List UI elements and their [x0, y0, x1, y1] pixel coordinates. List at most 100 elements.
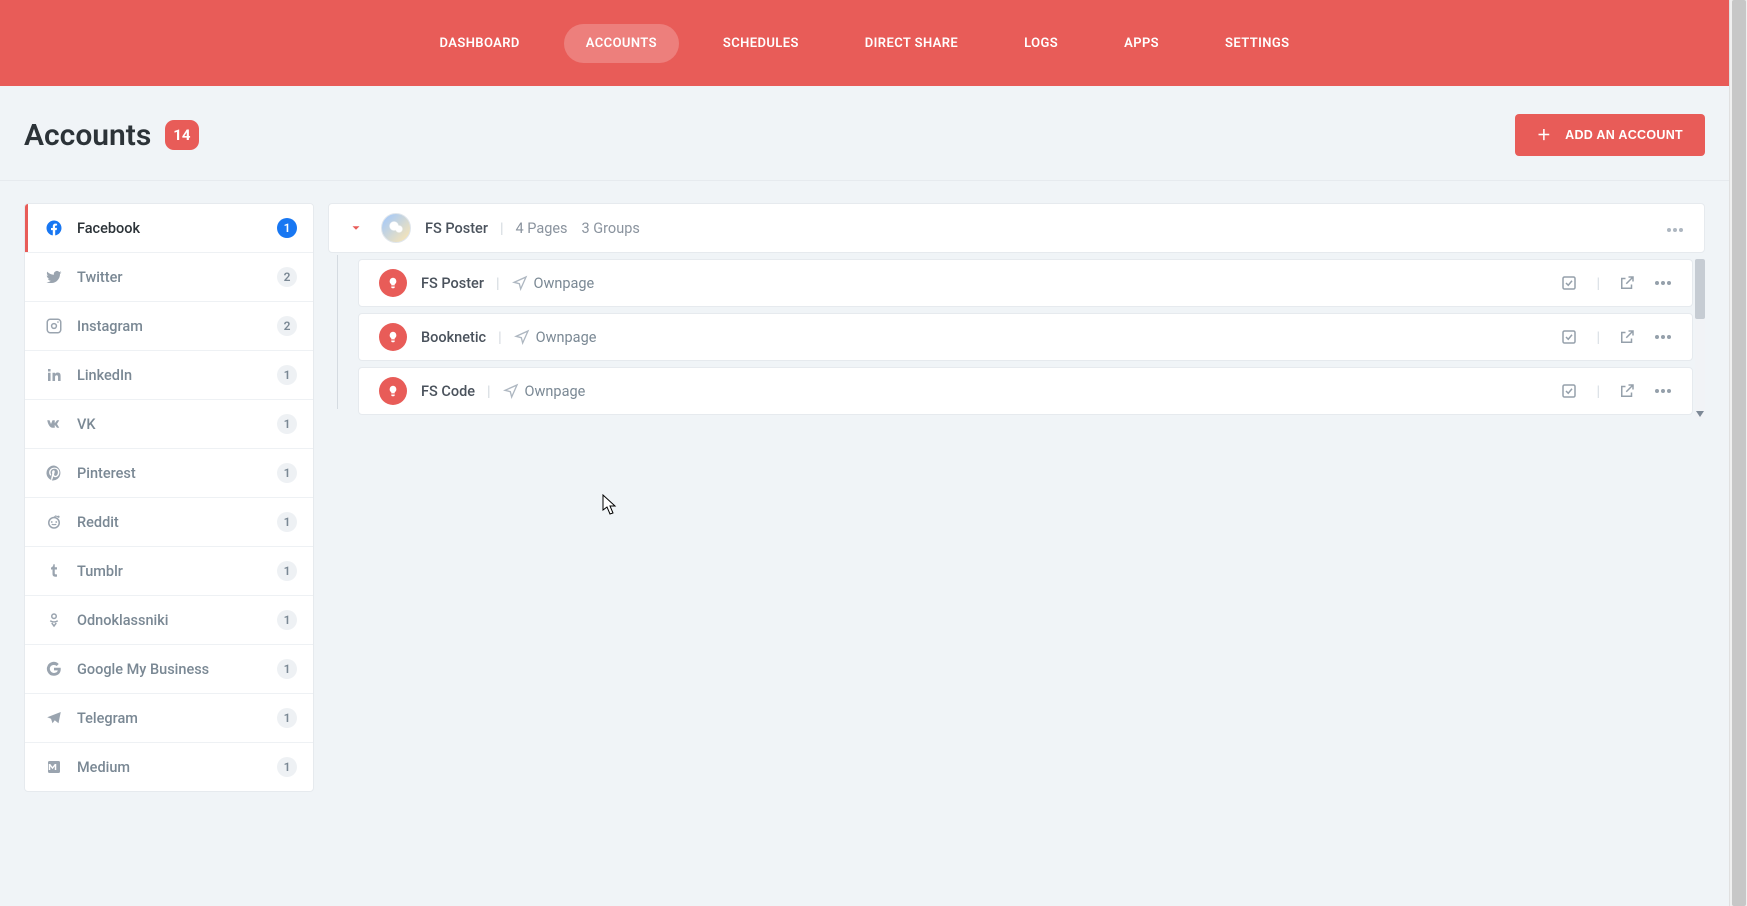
telegram-icon [45, 709, 63, 727]
network-item-linkedin[interactable]: LinkedIn 1 [25, 351, 313, 400]
medium-icon [45, 758, 63, 776]
network-label: Medium [77, 759, 130, 776]
sub-item-type: Ownpage [534, 275, 595, 292]
network-label: Facebook [77, 220, 140, 237]
sublist-scroll-down-icon[interactable] [1696, 411, 1704, 419]
network-label: Tumblr [77, 563, 123, 580]
network-count: 1 [277, 365, 297, 385]
network-item-odnoklassniki[interactable]: Odnoklassniki 1 [25, 596, 313, 645]
sub-item-name: Booknetic [421, 329, 486, 346]
pinterest-icon [45, 464, 63, 482]
nav-schedules[interactable]: SCHEDULES [701, 24, 821, 63]
network-item-tumblr[interactable]: Tumblr 1 [25, 547, 313, 596]
sub-item-actions: | [1560, 274, 1672, 292]
network-label: Telegram [77, 710, 138, 727]
network-count: 1 [277, 463, 297, 483]
network-item-medium[interactable]: Medium 1 [25, 743, 313, 791]
open-external-icon[interactable] [1618, 328, 1636, 346]
tumblr-icon [45, 562, 63, 580]
divider: | [498, 329, 502, 346]
sub-item-type: Ownpage [525, 383, 586, 400]
reddit-icon [45, 513, 63, 531]
nav-direct-share[interactable]: DIRECT SHARE [843, 24, 980, 63]
network-label: LinkedIn [77, 367, 132, 384]
network-item-twitter[interactable]: Twitter 2 [25, 253, 313, 302]
account-groups-count: 3 Groups [582, 220, 640, 237]
sub-item-more-menu[interactable] [1654, 334, 1672, 340]
account-header-row: FS Poster | 4 Pages 3 Groups [328, 203, 1705, 253]
twitter-icon [45, 268, 63, 286]
network-label: Odnoklassniki [77, 612, 168, 629]
network-count: 1 [277, 561, 297, 581]
nav-settings[interactable]: SETTINGS [1203, 24, 1311, 63]
odnoklassniki-icon [45, 611, 63, 629]
sub-item-more-menu[interactable] [1654, 280, 1672, 286]
page-header: Accounts 14 ＋ ADD AN ACCOUNT [0, 86, 1729, 181]
nav-accounts[interactable]: ACCOUNTS [564, 24, 679, 63]
select-icon[interactable] [1560, 382, 1578, 400]
network-item-telegram[interactable]: Telegram 1 [25, 694, 313, 743]
network-item-pinterest[interactable]: Pinterest 1 [25, 449, 313, 498]
page-icon [379, 377, 407, 405]
network-count: 1 [277, 512, 297, 532]
network-list: Facebook 1 Twitter 2 Instagram 2 LinkedI… [24, 203, 314, 792]
sub-item[interactable]: FS Poster | Ownpage | [358, 259, 1693, 307]
main-content: FS Poster | 4 Pages 3 Groups FS Poster | [328, 203, 1705, 792]
network-count: 1 [277, 414, 297, 434]
sub-item-name: FS Poster [421, 275, 484, 292]
sublist-scrollbar-thumb[interactable] [1695, 259, 1705, 319]
google-icon [45, 660, 63, 678]
network-count: 1 [277, 610, 297, 630]
add-account-button[interactable]: ＋ ADD AN ACCOUNT [1515, 114, 1705, 156]
sub-item[interactable]: Booknetic | Ownpage | [358, 313, 1693, 361]
account-name: FS Poster [425, 220, 488, 237]
instagram-icon [45, 317, 63, 335]
open-external-icon[interactable] [1618, 382, 1636, 400]
nav-dashboard[interactable]: DASHBOARD [418, 24, 542, 63]
top-nav: DASHBOARD ACCOUNTS SCHEDULES DIRECT SHAR… [0, 0, 1729, 86]
network-label: Twitter [77, 269, 122, 286]
divider: | [1596, 275, 1600, 292]
network-count: 2 [277, 316, 297, 336]
network-item-reddit[interactable]: Reddit 1 [25, 498, 313, 547]
sub-item-actions: | [1560, 382, 1672, 400]
sub-list-scroll: FS Poster | Ownpage | [358, 259, 1705, 419]
page-title: Accounts 14 [24, 118, 199, 153]
accounts-count-badge: 14 [165, 120, 198, 150]
network-count: 1 [277, 218, 297, 238]
network-count: 1 [277, 757, 297, 777]
network-item-vk[interactable]: VK 1 [25, 400, 313, 449]
sub-item-more-menu[interactable] [1654, 388, 1672, 394]
add-account-label: ADD AN ACCOUNT [1565, 128, 1683, 142]
nav-logs[interactable]: LOGS [1002, 24, 1080, 63]
nav-apps[interactable]: APPS [1102, 24, 1181, 63]
account-more-menu[interactable] [1666, 220, 1684, 237]
sub-list: FS Poster | Ownpage | [328, 259, 1705, 419]
network-count: 1 [277, 708, 297, 728]
page-icon [379, 323, 407, 351]
select-icon[interactable] [1560, 328, 1578, 346]
send-icon [514, 329, 530, 345]
divider: | [487, 383, 491, 400]
sub-item-name: FS Code [421, 383, 475, 400]
network-label: Reddit [77, 514, 119, 531]
page-scrollbar-thumb[interactable] [1732, 0, 1746, 906]
facebook-icon [45, 219, 63, 237]
network-count: 2 [277, 267, 297, 287]
open-external-icon[interactable] [1618, 274, 1636, 292]
plus-icon: ＋ [1537, 128, 1551, 142]
network-item-google-my-business[interactable]: Google My Business 1 [25, 645, 313, 694]
page-icon [379, 269, 407, 297]
account-avatar [381, 213, 411, 243]
page-scrollbar[interactable] [1729, 0, 1747, 906]
select-icon[interactable] [1560, 274, 1578, 292]
body: Facebook 1 Twitter 2 Instagram 2 LinkedI… [0, 181, 1729, 792]
network-item-instagram[interactable]: Instagram 2 [25, 302, 313, 351]
network-item-facebook[interactable]: Facebook 1 [25, 204, 313, 253]
divider: | [1596, 383, 1600, 400]
divider: | [1596, 329, 1600, 346]
sub-item[interactable]: FS Code | Ownpage | [358, 367, 1693, 415]
network-label: Pinterest [77, 465, 136, 482]
collapse-toggle[interactable] [349, 221, 363, 235]
network-label: Google My Business [77, 661, 209, 678]
